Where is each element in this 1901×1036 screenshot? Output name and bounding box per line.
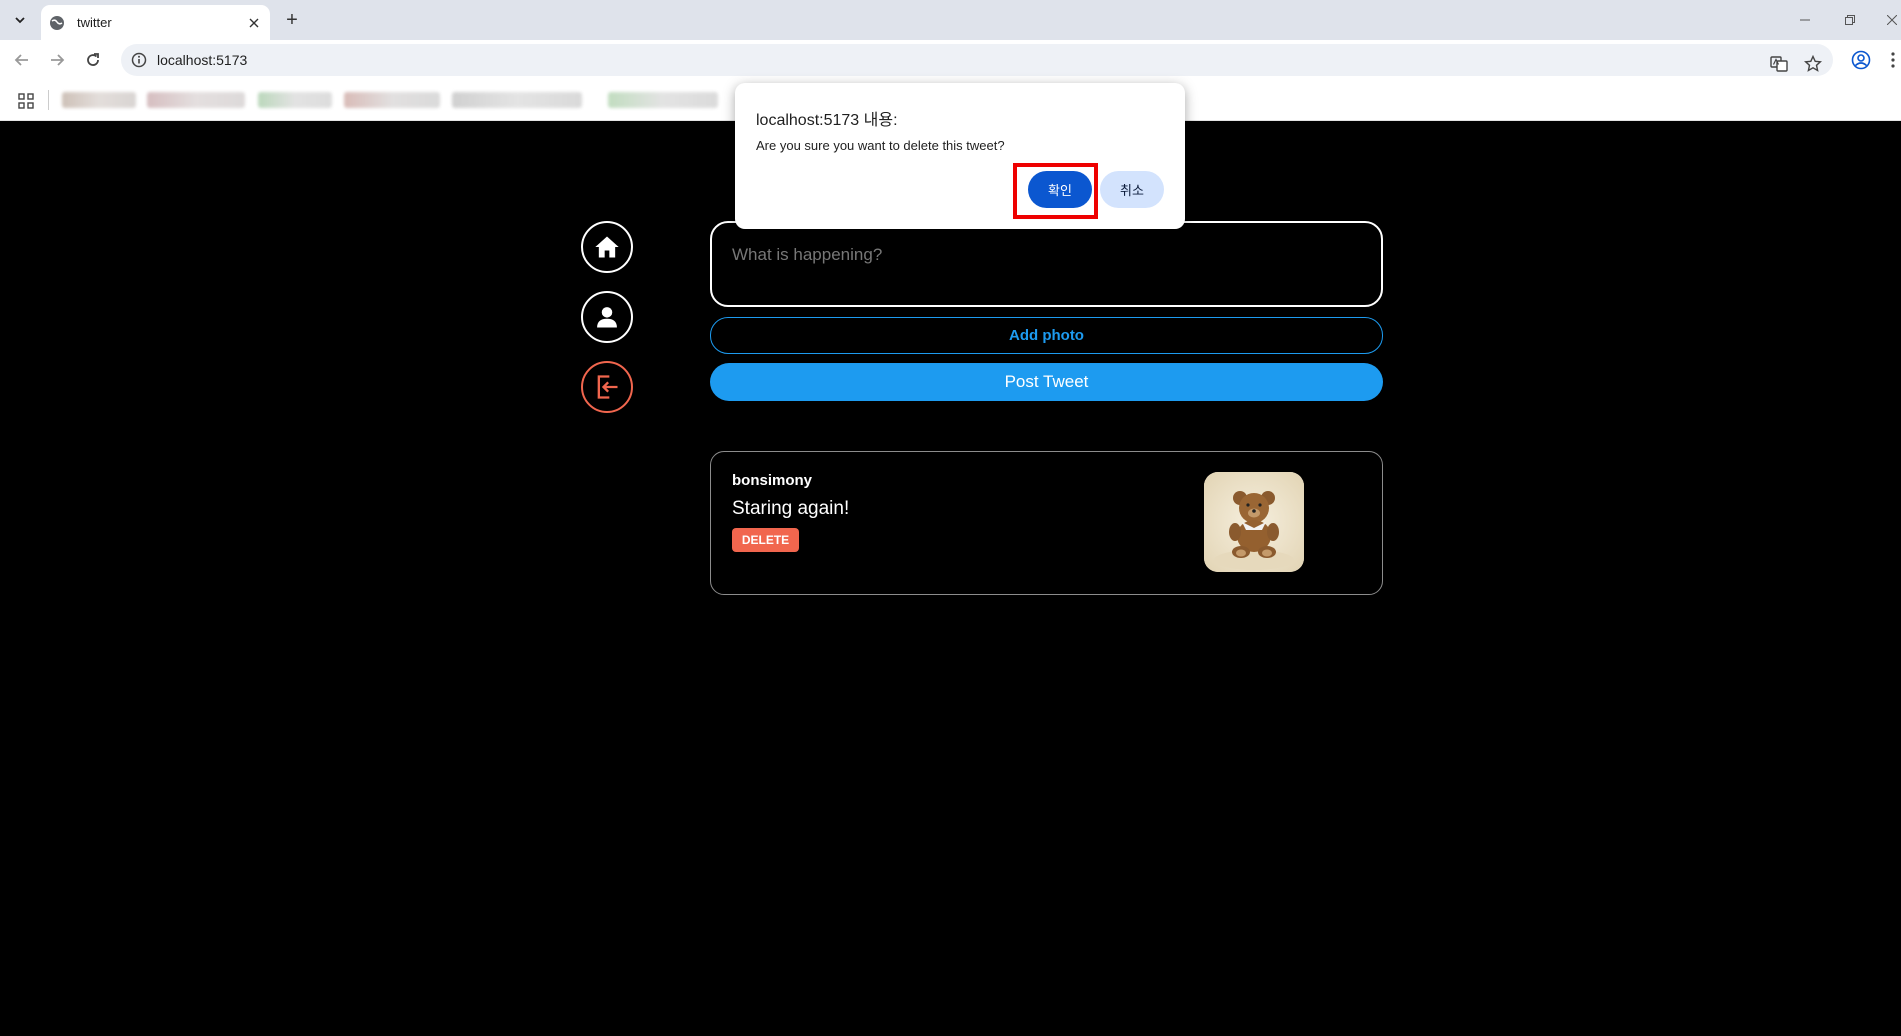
post-tweet-button[interactable]: Post Tweet [710, 363, 1383, 401]
bookmark-item[interactable] [62, 92, 136, 108]
translate-icon[interactable] [1767, 52, 1791, 76]
window-close-icon[interactable] [1882, 8, 1901, 32]
tab-close-icon[interactable] [244, 13, 264, 33]
delete-tweet-button[interactable]: DELETE [732, 528, 799, 552]
teddy-bear-photo [1204, 472, 1304, 572]
tweet-card: bonsimony Staring again! DELETE [710, 451, 1383, 595]
menu-kebab-icon[interactable] [1885, 48, 1901, 72]
address-bar[interactable]: localhost:5173 [121, 44, 1833, 76]
globe-icon [50, 15, 64, 30]
browser-tab[interactable]: twitter [41, 5, 270, 40]
url-text[interactable]: localhost:5173 [157, 52, 247, 68]
restore-icon[interactable] [1838, 8, 1862, 32]
confirm-dialog: localhost:5173 내용: Are you sure you want… [735, 83, 1185, 229]
bookmark-item[interactable] [258, 92, 332, 108]
tweet-photo [1204, 472, 1304, 572]
dialog-title: localhost:5173 내용: [756, 112, 898, 129]
bookmarks-separator [48, 90, 49, 110]
add-photo-button[interactable]: Add photo [710, 317, 1383, 354]
home-icon [595, 236, 619, 258]
highlight-box [1013, 163, 1098, 219]
back-icon[interactable] [10, 48, 34, 72]
nav-profile-button[interactable] [581, 291, 633, 343]
nav-home-button[interactable] [581, 221, 633, 273]
tweet-text: Staring again! [732, 498, 850, 519]
browser-toolbar: localhost:5173 [0, 40, 1901, 80]
bookmark-star-icon[interactable] [1801, 52, 1825, 76]
tab-search-chevron-icon[interactable] [8, 9, 32, 31]
nav-logout-button[interactable] [581, 361, 633, 413]
minimize-icon[interactable] [1793, 8, 1817, 32]
tweet-compose-box[interactable] [710, 221, 1383, 307]
profile-account-icon[interactable] [1849, 48, 1873, 72]
browser-tab-bar: twitter + [0, 0, 1901, 40]
forward-icon[interactable] [45, 48, 69, 72]
new-tab-button[interactable]: + [280, 8, 304, 32]
bookmark-item[interactable] [344, 92, 440, 108]
reload-icon[interactable] [81, 48, 105, 72]
tab-title: twitter [77, 15, 112, 30]
profile-icon [597, 307, 617, 328]
apps-grid-icon[interactable] [17, 92, 35, 110]
bookmark-item[interactable] [452, 92, 582, 108]
page-content: Add photo Post Tweet bonsimony Staring a… [0, 121, 1901, 1036]
logout-icon [597, 375, 618, 399]
bookmark-item[interactable] [147, 92, 245, 108]
bookmark-item[interactable] [608, 92, 718, 108]
site-info-icon[interactable] [131, 52, 147, 68]
dialog-message: Are you sure you want to delete this twe… [756, 138, 1005, 153]
tweet-input[interactable] [712, 223, 1381, 305]
cancel-button[interactable]: 취소 [1100, 171, 1164, 208]
tweet-username: bonsimony [732, 472, 813, 489]
